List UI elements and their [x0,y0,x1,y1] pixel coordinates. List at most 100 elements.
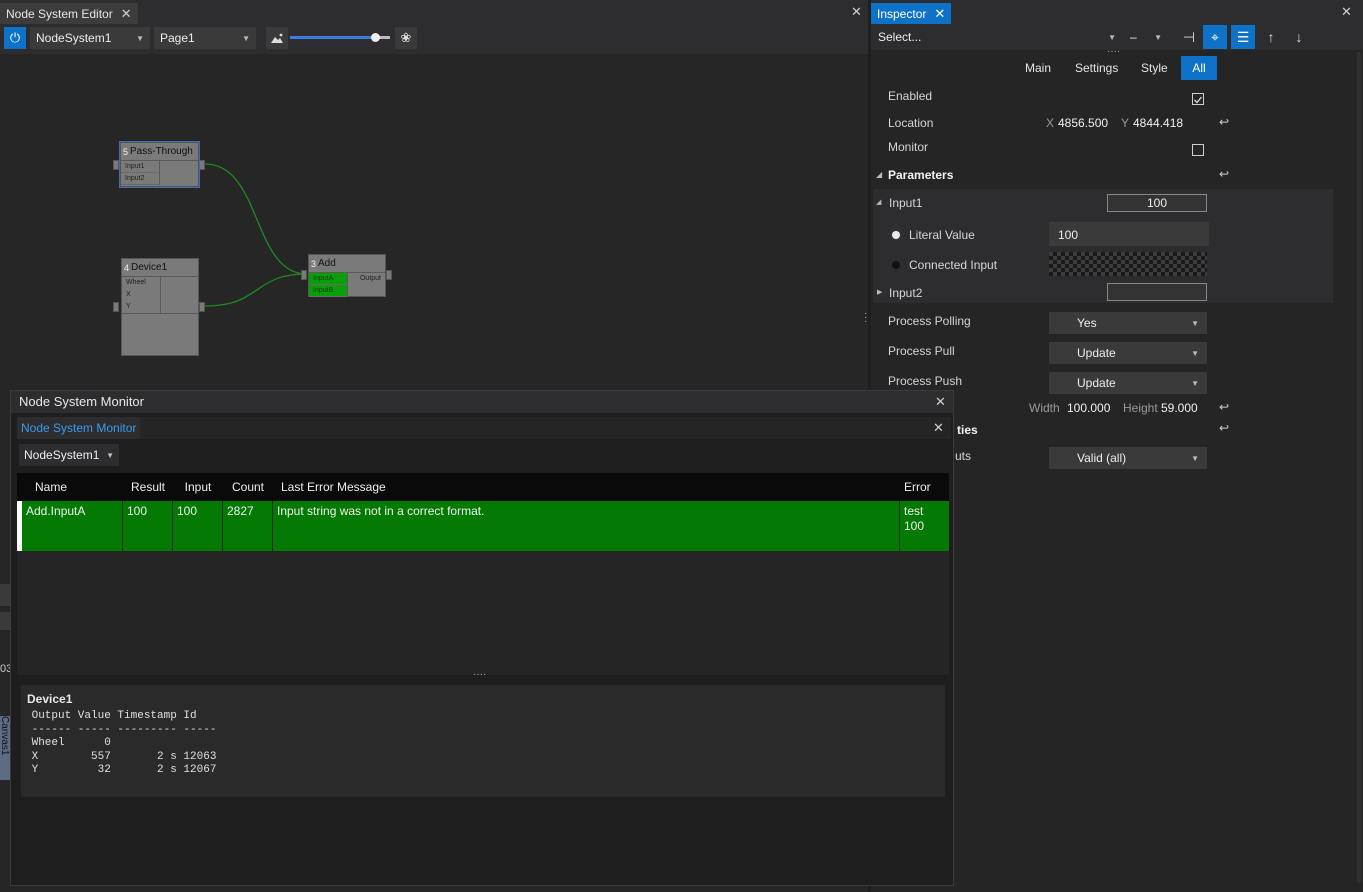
node-header: 4 Device1 [122,259,198,277]
location-y-value[interactable]: 4844.418 [1133,116,1183,130]
reset-icon[interactable]: ↩ [1219,421,1229,435]
port-label[interactable]: Input2 [121,173,159,185]
monitor-system-select[interactable]: NodeSystem1 ▼ [19,444,119,466]
editor-close-icon[interactable]: ✕ [851,4,862,20]
process-polling-dropdown[interactable]: Yes ▼ [1049,312,1207,334]
image-icon[interactable] [266,27,288,49]
connected-input-field[interactable] [1049,252,1207,276]
node-outputs [159,277,199,313]
arrow-down-icon[interactable]: ↓ [1287,25,1311,49]
close-icon[interactable]: ✕ [121,6,132,22]
list-icon[interactable]: ☰ [1231,25,1255,49]
node-output-stub[interactable] [386,270,392,280]
input2-value[interactable] [1107,283,1207,301]
inspector-scrollbar[interactable] [1357,52,1361,882]
monitor-close-icon[interactable]: ✕ [935,394,946,410]
col-input[interactable]: Input [173,480,223,494]
node-output-stub[interactable] [199,160,205,170]
literal-value-radio[interactable] [892,231,900,239]
tab-inspector[interactable]: Inspector ✕ [871,3,952,24]
col-name[interactable]: Name [17,480,123,494]
outputs-dropdown[interactable]: Valid (all) ▼ [1049,447,1207,469]
node-input-stub[interactable] [113,302,119,312]
table-row[interactable]: Add.InputA 100 100 2827 Input string was… [17,501,949,551]
device-detail-title: Device1 [27,692,73,706]
process-push-dropdown[interactable]: Update ▼ [1049,372,1207,394]
port-label[interactable]: InputA [309,273,347,285]
slider-fill [290,36,375,39]
tab-node-system-editor[interactable]: Node System Editor ✕ [0,3,138,24]
node-input-stub[interactable] [113,160,119,170]
literal-value-label: Literal Value [909,228,975,242]
minus-select[interactable]: – ▼ [1125,26,1167,48]
reset-icon[interactable]: ↩ [1219,115,1229,129]
subtab-all[interactable]: All [1181,56,1217,80]
enabled-checkbox[interactable] [1192,93,1204,105]
port-label[interactable]: X [122,289,160,301]
node-device1[interactable]: 4 Device1 Wheel X Y [121,258,199,356]
arrow-up-icon[interactable]: ↑ [1259,25,1283,49]
width-value[interactable]: 100.000 [1067,401,1110,415]
height-value[interactable]: 59.000 [1161,401,1198,415]
col-result[interactable]: Result [123,480,173,494]
cell-error: test 100 [900,501,949,551]
port-label[interactable]: Input1 [121,161,159,173]
page-select[interactable]: Page1 ▼ [154,27,256,49]
location-x-value[interactable]: 4856.500 [1058,116,1108,130]
chevron-down-icon: ▼ [1154,32,1162,42]
expanded-arrow-icon[interactable]: ◢ [876,198,881,206]
node-canvas[interactable]: 5 Pass-Through Input1 Input2 4 Device1 W… [2,56,864,392]
port-label[interactable]: Output [348,273,385,285]
input1-value[interactable]: 100 [1107,194,1207,212]
crosshair-icon[interactable]: ⌖ [1203,25,1227,49]
splitter-grip[interactable]: · · · [864,309,867,328]
pin-icon[interactable]: ⊣ [1177,25,1201,49]
close-icon[interactable]: ✕ [934,6,945,22]
subtab-settings[interactable]: Settings [1067,56,1126,80]
node-pass-through[interactable]: 5 Pass-Through Input1 Input2 [119,141,200,188]
col-error[interactable]: Error [900,480,949,494]
device-detail-table: Output Value Timestamp Id ------ ----- -… [31,710,217,776]
monitor-checkbox[interactable] [1192,144,1204,156]
object-select[interactable]: Select... ▼ [873,26,1121,48]
subtab-style[interactable]: Style [1133,56,1176,80]
col-count[interactable]: Count [223,480,273,494]
zoom-slider[interactable] [290,33,390,42]
location-label: Location [888,116,934,130]
node-add[interactable]: 3 Add InputA InputB Output [308,254,386,297]
node-output-stub[interactable] [199,302,205,312]
port-label[interactable]: InputB [309,285,347,297]
chevron-down-icon: ▼ [1191,348,1199,358]
slider-thumb[interactable] [371,33,380,42]
object-select-value: Select... [878,30,922,44]
device-detail-panel: Device1 Output Value Timestamp Id ------… [21,685,945,797]
connected-input-radio[interactable] [892,261,900,269]
process-pull-label: Process Pull [888,344,955,358]
cell-input: 100 [173,501,223,551]
subtab-main[interactable]: Main [1017,56,1059,80]
minus-select-value: – [1130,30,1137,44]
port-label[interactable]: Wheel [122,277,160,289]
collapsed-arrow-icon[interactable]: ▶ [877,288,882,296]
input2-label: Input2 [889,286,923,300]
process-pull-dropdown[interactable]: Update ▼ [1049,342,1207,364]
reset-icon[interactable]: ↩ [1219,167,1229,181]
monitor-tab-close-icon[interactable]: ✕ [933,420,944,436]
collapse-arrow-icon[interactable]: ◢ [876,170,882,179]
port-label[interactable]: Y [122,301,160,313]
col-last-error-message[interactable]: Last Error Message [273,480,900,494]
parameters-header[interactable]: Parameters [888,168,953,182]
reset-icon[interactable]: ↩ [1219,400,1229,414]
flower-icon[interactable]: ❀ [395,27,417,49]
literal-value-input[interactable]: 100 [1049,222,1209,246]
properties-header-partial[interactable]: ties [957,423,978,437]
canvas-side-tab[interactable]: Canvas1 [0,716,10,780]
horizontal-splitter-dots[interactable]: ···· [473,669,486,680]
node-system-monitor-window: Node System Monitor ✕ Node System Monito… [10,390,954,886]
power-icon[interactable]: ⏻ [4,27,26,49]
inspector-close-icon[interactable]: ✕ [1341,4,1352,20]
monitor-titlebar[interactable]: Node System Monitor ✕ [11,391,953,413]
node-input-stub[interactable] [301,270,307,280]
tab-node-system-monitor[interactable]: Node System Monitor [17,417,141,439]
system-select[interactable]: NodeSystem1 ▼ [30,27,150,49]
